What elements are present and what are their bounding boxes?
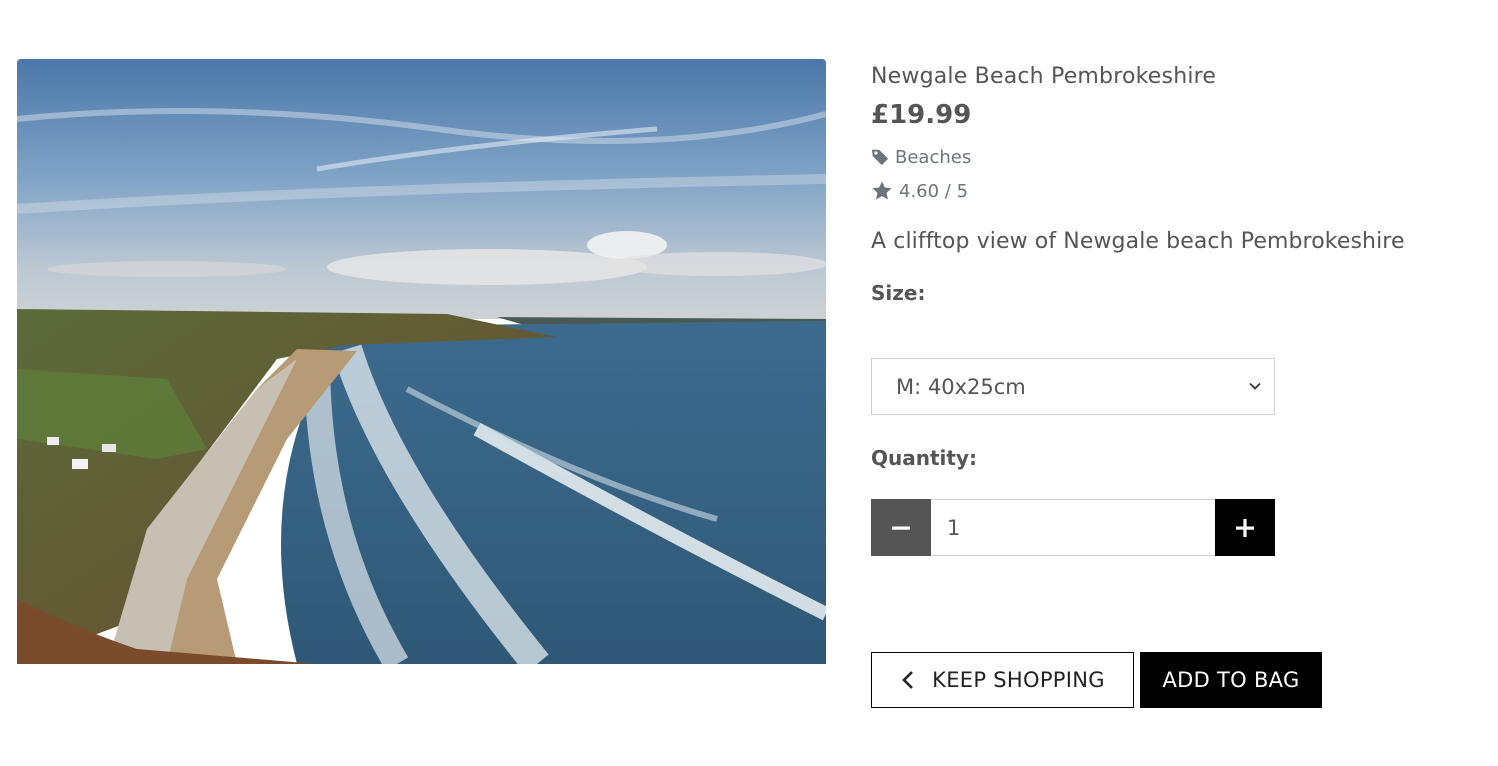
decrement-button[interactable] [871,499,931,556]
minus-icon [892,526,910,530]
quantity-stepper [871,499,1275,556]
category-label: Beaches [895,146,972,168]
add-to-bag-label: ADD TO BAG [1162,668,1300,692]
keep-shopping-button[interactable]: KEEP SHOPPING [871,652,1134,708]
product-price: £19.99 [871,100,972,130]
size-select[interactable]: M: 40x25cm [871,358,1275,415]
tag-icon [871,149,889,166]
plus-icon [1236,518,1254,537]
chevron-down-icon [1249,382,1261,390]
chevron-left-icon [902,671,914,689]
keep-shopping-label: KEEP SHOPPING [932,668,1105,692]
quantity-input[interactable] [931,499,1215,556]
product-actions: KEEP SHOPPING ADD TO BAG [871,652,1322,708]
product-image [17,59,826,664]
star-icon [872,181,892,200]
add-to-bag-button[interactable]: ADD TO BAG [1140,652,1322,708]
product-rating: 4.60 / 5 [871,178,1471,204]
product-title: Newgale Beach Pembrokeshire [871,64,1217,89]
product-description: A clifftop view of Newgale beach Pembrok… [871,229,1405,254]
size-label: Size: [871,281,926,305]
product-category[interactable]: Beaches [871,144,1471,170]
size-selected-value: M: 40x25cm [896,374,1026,399]
rating-value: 4.60 / 5 [899,180,969,202]
increment-button[interactable] [1215,499,1275,556]
quantity-label: Quantity: [871,446,977,470]
product-details: Newgale Beach Pembrokeshire £19.99 Beach… [871,60,1471,708]
